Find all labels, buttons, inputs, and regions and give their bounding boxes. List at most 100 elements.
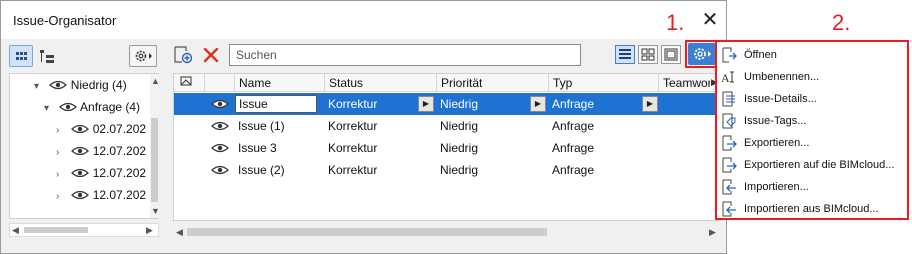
visibility-column[interactable] xyxy=(204,74,234,92)
cell-priority[interactable]: Niedrig xyxy=(436,115,548,137)
menu-item-issue-tags[interactable]: Issue-Tags... xyxy=(721,110,905,132)
menu-item-import[interactable]: Importieren... xyxy=(721,176,905,198)
tree-item-label: Niedrig (4) xyxy=(70,78,127,92)
cell-priority[interactable]: Niedrig xyxy=(436,159,548,181)
column-header-type[interactable]: Typ xyxy=(548,74,658,92)
cell-status[interactable]: Korrektur xyxy=(324,115,436,137)
scroll-right-icon[interactable]: ▶ xyxy=(146,225,153,236)
tree-settings-gear-icon[interactable] xyxy=(129,45,157,67)
table-row[interactable]: Issue (2) Korrektur Niedrig Anfrage xyxy=(174,159,720,181)
cell-type[interactable]: Anfrage xyxy=(548,115,658,137)
column-header-name[interactable]: Name xyxy=(234,74,324,92)
eye-icon[interactable] xyxy=(49,79,68,91)
table-header: Name Status Priorität Typ Teamwor ▶ xyxy=(174,74,720,92)
menu-item-import-bimcloud[interactable]: Importieren aus BIMcloud... xyxy=(721,198,905,220)
menu-item-open[interactable]: Öffnen xyxy=(721,44,905,66)
svg-text:A: A xyxy=(721,71,730,85)
menu-item-label: Issue-Tags... xyxy=(744,115,807,127)
scroll-thumb[interactable] xyxy=(24,227,88,233)
close-icon[interactable]: ✕ xyxy=(698,9,722,31)
cell-priority[interactable]: Niedrig xyxy=(436,137,548,159)
grid-view-icon[interactable] xyxy=(9,45,33,67)
open-icon xyxy=(722,47,737,63)
cell-name[interactable]: Issue (2) xyxy=(234,159,324,181)
menu-item-export-bimcloud[interactable]: Exportieren auf die BIMcloud... xyxy=(721,154,905,176)
export-icon xyxy=(722,135,737,151)
chevron-right-icon[interactable]: › xyxy=(56,186,68,208)
cell-name[interactable]: Issue (1) xyxy=(234,115,324,137)
scroll-up-icon[interactable]: ▲ xyxy=(151,76,160,86)
tags-icon xyxy=(722,113,736,129)
cell-type[interactable]: Anfrage xyxy=(548,159,658,181)
tree-horizontal-scrollbar[interactable]: ◀ ▶ xyxy=(9,223,159,237)
attachment-column-icon[interactable] xyxy=(174,74,204,92)
table-row[interactable]: Issue (1) Korrektur Niedrig Anfrage xyxy=(174,115,720,137)
menu-item-rename[interactable]: A Umbenennen... xyxy=(721,66,905,88)
options-menu: Öffnen A Umbenennen... Issue-Details... … xyxy=(715,40,909,220)
tree-item[interactable]: › 02.07.202 xyxy=(56,118,146,140)
chevron-right-icon[interactable]: › xyxy=(56,120,68,142)
rename-icon: A xyxy=(721,71,734,85)
column-header-teamwork[interactable]: Teamwor xyxy=(658,74,710,92)
new-issue-icon[interactable] xyxy=(173,45,193,65)
eye-icon[interactable] xyxy=(211,120,229,132)
table-row[interactable]: Issue 3 Korrektur Niedrig Anfrage xyxy=(174,137,720,159)
menu-item-label: Importieren aus BIMcloud... xyxy=(744,203,879,215)
cell-status[interactable]: Korrektur xyxy=(324,137,436,159)
scroll-left-icon[interactable]: ◀ xyxy=(176,227,183,238)
menu-item-label: Importieren... xyxy=(744,181,809,193)
tree-item-label: 12.07.202 xyxy=(92,188,147,202)
chevron-right-icon[interactable]: › xyxy=(56,164,68,186)
issue-tree: ▾ Niedrig (4) ▾ Anfrage (4) › 02.07.202 … xyxy=(9,73,160,219)
delete-icon[interactable] xyxy=(201,45,221,65)
tree-item[interactable]: › 12.07.202 xyxy=(56,140,146,162)
cell-type[interactable]: Anfrage xyxy=(548,137,658,159)
dropdown-arrow-icon[interactable]: ▶ xyxy=(530,96,546,112)
chevron-down-icon[interactable]: ▾ xyxy=(34,76,46,98)
eye-icon[interactable] xyxy=(71,145,90,157)
tree-vertical-scrollbar[interactable]: ▲ ▼ xyxy=(150,74,160,218)
scroll-left-icon[interactable]: ◀ xyxy=(12,225,19,236)
issue-list-panel: Suchen Name Status Priorität Typ Teamwor… xyxy=(169,43,721,243)
search-input[interactable]: Suchen xyxy=(229,44,581,66)
menu-item-export[interactable]: Exportieren... xyxy=(721,132,905,154)
eye-icon[interactable] xyxy=(211,98,229,110)
column-header-status[interactable]: Status xyxy=(324,74,436,92)
chevron-down-icon[interactable]: ▾ xyxy=(44,98,56,120)
tree-item[interactable]: › 12.07.202 xyxy=(56,184,146,206)
cell-name[interactable]: Issue 3 xyxy=(234,137,324,159)
dropdown-arrow-icon[interactable]: ▶ xyxy=(642,96,658,112)
list-view-icon[interactable] xyxy=(615,45,635,64)
table-horizontal-scrollbar[interactable]: ◀ ▶ xyxy=(173,225,721,239)
eye-icon[interactable] xyxy=(71,167,90,179)
scroll-right-icon[interactable]: ▶ xyxy=(709,227,716,238)
eye-icon[interactable] xyxy=(211,142,229,154)
tree-view-icon[interactable] xyxy=(35,45,59,67)
dropdown-arrow-icon[interactable]: ▶ xyxy=(418,96,434,112)
import-icon xyxy=(722,179,736,195)
cell-status[interactable]: Korrektur xyxy=(324,159,436,181)
tree-item-label: 02.07.202 xyxy=(92,122,147,136)
tree-item-label: 12.07.202 xyxy=(92,144,147,158)
scroll-down-icon[interactable]: ▼ xyxy=(151,206,160,216)
tree-item[interactable]: ▾ Niedrig (4) xyxy=(34,74,127,96)
annotation-box-1 xyxy=(685,40,719,68)
scroll-thumb[interactable] xyxy=(187,228,547,236)
scroll-thumb[interactable] xyxy=(151,118,158,202)
eye-icon[interactable] xyxy=(211,164,229,176)
rename-field[interactable]: Issue xyxy=(235,95,317,113)
tile-view-icon[interactable] xyxy=(638,45,658,64)
menu-item-issue-details[interactable]: Issue-Details... xyxy=(721,88,905,110)
eye-icon[interactable] xyxy=(59,101,78,113)
export-cloud-icon xyxy=(722,157,737,173)
menu-item-label: Exportieren auf die BIMcloud... xyxy=(744,159,895,171)
preview-view-icon[interactable] xyxy=(661,45,681,64)
tree-item-label: Anfrage (4) xyxy=(80,100,141,114)
table-row[interactable]: Issue Korrektur ▶ Niedrig ▶ Anfrage ▶ xyxy=(174,93,720,115)
eye-icon[interactable] xyxy=(71,189,90,201)
tree-item[interactable]: ▾ Anfrage (4) xyxy=(44,96,140,118)
chevron-right-icon[interactable]: › xyxy=(56,142,68,164)
eye-icon[interactable] xyxy=(71,123,90,135)
tree-item[interactable]: › 12.07.202 xyxy=(56,162,146,184)
column-header-priority[interactable]: Priorität xyxy=(436,74,548,92)
